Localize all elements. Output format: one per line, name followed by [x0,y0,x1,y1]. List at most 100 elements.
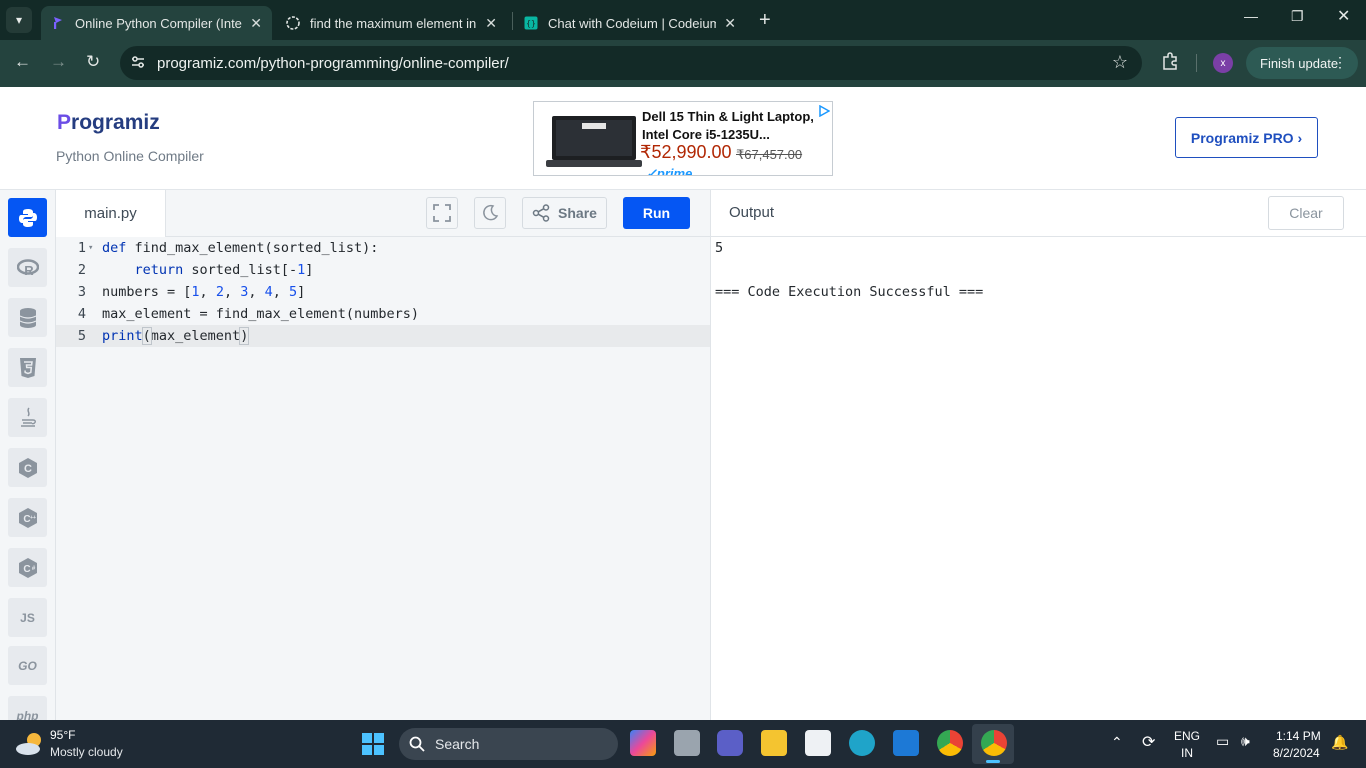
java-icon[interactable] [8,398,47,437]
output-console: 5 === Code Execution Successful === [711,237,1366,720]
windows-start-icon[interactable] [362,733,384,755]
weather-description[interactable]: Mostly cloudy [50,745,123,759]
html5-icon[interactable] [8,348,47,387]
fullscreen-icon [433,204,451,222]
line-number: 5 [77,328,86,344]
code-line[interactable]: 4 max_element = find_max_element(numbers… [56,303,710,325]
url-text[interactable]: programiz.com/python-programming/online-… [157,55,509,72]
task-view-icon[interactable] [674,730,700,756]
sync-icon[interactable]: ⟳ [1142,732,1155,752]
forward-arrow-icon[interactable]: → [50,52,67,72]
close-icon[interactable]: ✕ [485,15,497,32]
ad-mrp: ₹67,457.00 [736,147,803,162]
output-line: === Code Execution Successful === [715,284,984,300]
python-icon[interactable] [8,198,47,237]
notification-bell-icon[interactable]: 🔔 [1331,734,1348,751]
taskbar-search-box[interactable]: Search [399,728,618,760]
volume-icon[interactable]: 🕪 [1241,733,1250,750]
svg-text:C: C [23,564,30,575]
advertisement-banner[interactable]: Dell 15 Thin & Light Laptop, Intel Core … [533,101,833,176]
codeium-favicon-icon: {} [524,16,538,30]
chrome-active-app[interactable] [972,724,1014,764]
toolbar-separator [1196,54,1197,72]
language-sidebar: R C C ++ C # JS GO php [0,190,56,720]
editor-toolbar: main.py Share Run [56,190,710,237]
tab-programiz[interactable]: Online Python Compiler (Interpreter) ✕ [41,6,272,40]
extensions-puzzle-icon[interactable] [1160,52,1180,77]
restore-icon[interactable]: ❐ [1291,8,1304,25]
back-arrow-icon[interactable]: ← [14,52,31,72]
programiz-pro-button[interactable]: Programiz PRO › [1175,117,1318,158]
r-icon[interactable]: R [8,248,47,287]
programiz-logo[interactable]: Programiz [57,111,160,135]
code-line-text: return sorted_list[-1] [134,262,314,278]
microsoft-store-icon[interactable] [805,730,831,756]
go-label: GO [18,658,37,673]
tab-title: Online Python Compiler (Interpreter) [75,15,242,31]
code-editor[interactable]: 1 ▾ def find_max_element(sorted_list): 2… [56,237,710,720]
theme-toggle-button[interactable] [474,197,506,229]
go-icon[interactable]: GO [8,646,47,685]
adchoices-icon[interactable] [818,104,831,122]
database-icon[interactable] [8,298,47,337]
csharp-icon[interactable]: C # [8,548,47,587]
new-tab-plus-icon[interactable]: + [759,9,771,32]
code-line[interactable]: 2 return sorted_list[-1] [56,259,710,281]
run-button[interactable]: Run [623,197,690,229]
logo-initial: P [57,111,72,134]
c-icon[interactable]: C [8,448,47,487]
window-close-icon[interactable]: ✕ [1337,6,1350,26]
mail-icon[interactable] [893,730,919,756]
output-header: Output Clear [711,190,1366,237]
svg-text:R: R [24,263,34,277]
address-bar[interactable]: programiz.com/python-programming/online-… [120,46,1142,80]
network-icon[interactable]: ▭ [1216,733,1229,750]
finish-update-button[interactable]: Finish update ⋮ [1246,47,1358,79]
ad-title-line1: Dell 15 Thin & Light Laptop, [642,109,814,124]
reload-icon[interactable]: ↻ [86,52,100,72]
code-line-text: print(max_element) [102,327,250,345]
code-line[interactable]: 1 ▾ def find_max_element(sorted_list): [56,237,710,259]
fold-arrow-icon[interactable]: ▾ [88,237,93,259]
svg-text:++: ++ [30,515,36,521]
moon-icon [483,204,499,221]
close-icon[interactable]: ✕ [250,15,262,32]
share-icon [532,204,550,222]
more-menu-icon[interactable]: ⋮ [1333,54,1347,71]
copilot-icon[interactable] [630,730,656,756]
tab-find-max[interactable]: find the maximum element in sorted list … [276,6,507,40]
code-line-current[interactable]: 5 print(max_element) [56,325,710,347]
weather-temperature[interactable]: 95°F [50,728,75,742]
file-tab-main-py[interactable]: main.py [56,190,166,237]
tab-title: find the maximum element in sorted list [310,15,477,31]
js-icon[interactable]: JS [8,598,47,637]
file-explorer-icon[interactable] [761,730,787,756]
chevron-up-icon[interactable]: ⌃ [1111,734,1123,751]
tab-codeium[interactable]: {} Chat with Codeium | Codeium ✕ [514,6,746,40]
js-label: JS [20,610,35,625]
clear-button[interactable]: Clear [1268,196,1344,230]
cpp-icon[interactable]: C ++ [8,498,47,537]
minimize-icon[interactable]: — [1244,8,1258,24]
region-indicator[interactable]: IN [1181,746,1193,760]
share-button[interactable]: Share [522,197,607,229]
teams-icon[interactable] [717,730,743,756]
close-icon[interactable]: ✕ [724,15,736,32]
chrome-icon[interactable] [937,730,963,756]
tab-search-button[interactable]: ▾ [6,7,32,33]
language-indicator[interactable]: ENG [1174,729,1200,743]
code-line-text: def find_max_element(sorted_list): [102,240,379,256]
site-info-icon[interactable] [130,54,146,70]
profile-avatar[interactable]: x [1213,53,1233,73]
edge-icon[interactable] [849,730,875,756]
svg-text:C: C [24,463,32,475]
clock-date[interactable]: 8/2/2024 [1273,746,1320,760]
fullscreen-button[interactable] [426,197,458,229]
bookmark-star-icon[interactable]: ☆ [1112,52,1128,73]
php-icon[interactable]: php [8,696,47,720]
chevron-down-icon: ▾ [15,13,23,27]
code-line[interactable]: 3 numbers = [1, 2, 3, 4, 5] [56,281,710,303]
search-placeholder: Search [435,736,480,752]
weather-cloud-icon[interactable] [14,731,46,757]
clock-time[interactable]: 1:14 PM [1276,729,1321,743]
